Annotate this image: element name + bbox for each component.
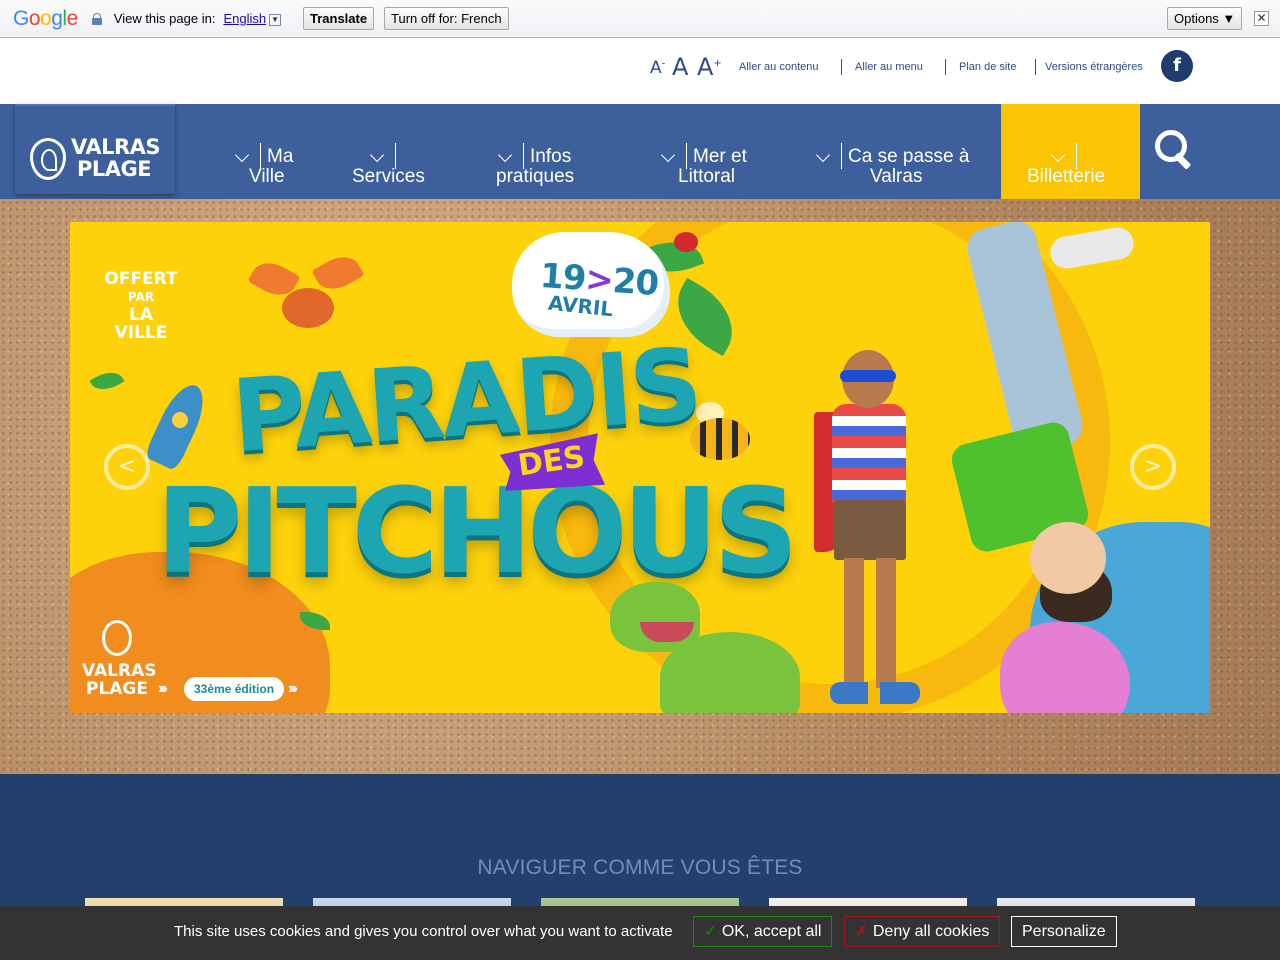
offert-line: OFFERT [104, 269, 178, 289]
hero-slide[interactable]: 19>20 AVRIL OFFERT PAR LA VILLE PARADIS … [70, 222, 1210, 713]
link-separator [841, 59, 842, 75]
nav-label: Mer et [693, 146, 747, 167]
font-normal-button[interactable]: A [672, 53, 688, 81]
nav-item-billetterie[interactable]: Billetterie [1027, 147, 1105, 187]
accept-all-label: OK, accept all [721, 923, 822, 940]
date-end: 20 [611, 261, 660, 305]
foreign-versions-link[interactable]: Versions étrangères [1045, 61, 1143, 73]
slider-next-button[interactable]: > [1130, 444, 1176, 490]
link-separator [945, 59, 946, 75]
close-icon[interactable]: ✕ [1254, 11, 1269, 26]
personalize-button[interactable]: Personalize [1011, 916, 1117, 947]
accept-all-button[interactable]: ✓ OK, accept all [693, 916, 833, 947]
edition-badge: 33ème édition [184, 677, 285, 701]
nav-label: Ca se passe à [848, 146, 970, 167]
leaf-icon [89, 365, 125, 397]
turn-off-button[interactable]: Turn off for: French [384, 7, 509, 30]
logo-letter: G [13, 6, 29, 30]
nav-item-ca-se-passe[interactable]: Ca se passe à Valras [848, 147, 969, 187]
logo-line: VALRAS [71, 135, 161, 159]
offert-line: PAR [127, 290, 155, 304]
language-label: English [223, 11, 267, 26]
dinosaur-illustration [610, 582, 820, 713]
view-page-label: View this page in: [113, 11, 216, 26]
google-logo: Google [13, 7, 78, 31]
nav-label [1027, 147, 1105, 167]
font-increase-label: A [697, 53, 714, 81]
nav-label: Infos [530, 146, 572, 167]
bird-icon [247, 249, 365, 338]
slide-logo-line: PLAGE [85, 679, 148, 699]
deny-all-button[interactable]: ✗ Deny all cookies [844, 916, 1001, 947]
dropdown-arrow-icon: ▼ [269, 13, 282, 26]
arrows-icon: ››› [158, 680, 168, 697]
skip-to-content-link[interactable]: Aller au contenu [739, 61, 819, 73]
check-icon: ✓ [704, 923, 718, 940]
shell-logo-icon [102, 620, 132, 656]
boy-illustration [810, 342, 930, 712]
nav-item-infos-pratiques[interactable]: Infos pratiques [496, 147, 574, 187]
logo-letter: g [51, 6, 63, 30]
logo-letter: o [28, 6, 41, 30]
nav-label: Littoral [678, 166, 736, 187]
girl-illustration [930, 222, 1150, 642]
site-logo[interactable]: VALRAS PLAGE [15, 104, 175, 194]
facebook-icon[interactable]: f [1161, 50, 1193, 82]
nav-label: Ville [249, 166, 285, 187]
font-increase-button[interactable]: A+ [697, 53, 722, 81]
nav-label: Ma [267, 146, 294, 167]
translate-bar: Google View this page in: English ▼ [0, 0, 1280, 38]
slide-logo: VALRAS PLAGE [82, 620, 157, 699]
nav-label: Billetterie [1027, 166, 1106, 187]
cross-icon: ✗ [855, 923, 869, 940]
logo-text: VALRAS PLAGE [71, 135, 161, 181]
skip-to-menu-link[interactable]: Aller au menu [855, 61, 923, 73]
slider-prev-button[interactable]: < [104, 444, 150, 490]
nav-item-services[interactable]: Services [352, 147, 425, 187]
logo-letter: e [66, 6, 79, 30]
translate-button[interactable]: Translate [303, 7, 375, 30]
slide-logo-line: VALRAS [82, 661, 157, 681]
font-increase-sign: + [713, 58, 722, 69]
deny-all-label: Deny all cookies [872, 923, 990, 940]
nav-label: Valras [870, 166, 923, 187]
arrows-icon: ››› [288, 680, 298, 697]
nav-item-mer-et-littoral[interactable]: Mer et Littoral [678, 147, 747, 187]
logo-letter: o [40, 6, 52, 30]
link-separator [1035, 59, 1036, 75]
lock-icon [91, 12, 102, 25]
cookie-message: This site uses cookies and gives you con… [174, 923, 673, 940]
logo-line: PLAGE [77, 157, 152, 181]
nav-item-ma-ville[interactable]: Ma Ville [249, 147, 299, 187]
offert-line: LA VILLE [114, 305, 168, 343]
nav-divider [841, 143, 842, 169]
sitemap-link[interactable]: Plan de site [959, 61, 1016, 73]
font-decrease-label: A [650, 58, 662, 78]
search-icon[interactable] [1155, 130, 1189, 170]
font-decrease-button[interactable]: A- [650, 58, 665, 78]
font-decrease-sign: - [661, 58, 666, 70]
slide-title-bottom: PITCHOUS [156, 462, 798, 600]
offert-badge: OFFERT PAR LA VILLE [100, 270, 182, 342]
nav-label [352, 147, 425, 167]
language-select[interactable]: English ▼ [223, 11, 282, 26]
nav-label: Services [352, 166, 425, 187]
shell-logo-icon [30, 138, 66, 180]
options-button[interactable]: Options ▼ [1167, 7, 1243, 30]
navigator-title: NAVIGUER COMME VOUS ÊTES [477, 856, 803, 879]
ladybug-icon [674, 232, 698, 252]
nav-label: pratiques [496, 166, 575, 187]
